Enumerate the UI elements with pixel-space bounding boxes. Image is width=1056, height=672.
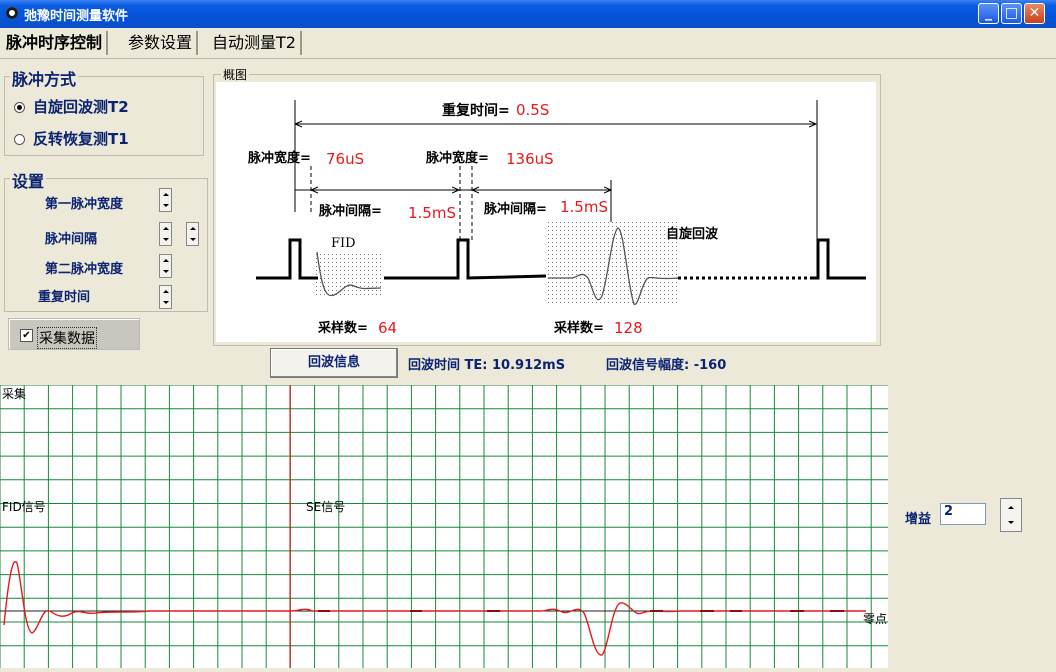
setting-repeat-time-label: 重复时间 <box>38 290 91 305</box>
pulse-width-1-label: 脉冲宽度= <box>247 150 311 166</box>
pulse-width-1-value: 76uS <box>326 150 364 168</box>
diagram-title: 概图 <box>221 66 250 83</box>
repeat-time-value: 0.5S <box>516 101 549 119</box>
samples-1-label: 采样数= <box>317 320 368 336</box>
setting-pulse-interval-label: 脉冲间隔 <box>45 232 98 247</box>
pulse-sequence-diagram: 重复时间= 0.5S 脉冲宽度= 76uS 脉冲宽度= 136uS 脉冲间隔= … <box>216 82 876 342</box>
oscilloscope-svg: 采集 FID信号 SE信号 零点 <box>0 384 888 668</box>
interval-1-label: 脉冲间隔= <box>318 203 382 219</box>
tab-auto-measure-t2[interactable]: 自动测量T2 <box>208 31 302 55</box>
tab-parameter-settings[interactable]: 参数设置 <box>124 31 199 55</box>
radio-inversion-recovery-t1[interactable]: 反转恢复测T1 <box>14 128 129 149</box>
repeat-time-label: 重复时间= <box>442 102 510 119</box>
radio-selected-icon <box>14 102 25 113</box>
pulse-diagram-svg: 重复时间= 0.5S 脉冲宽度= 76uS 脉冲宽度= 136uS 脉冲间隔= … <box>247 100 866 337</box>
first-pulse-width-spinner[interactable] <box>159 188 172 212</box>
fid-label: FID <box>331 236 356 251</box>
gain-input[interactable]: 2 <box>940 503 986 525</box>
scope-zero-label: 零点 <box>863 612 887 626</box>
acquire-data-checkbox[interactable]: ✔ <box>20 329 33 342</box>
radio-label: 自旋回波测T2 <box>33 98 129 116</box>
tab-pulse-timing[interactable]: 脉冲时序控制 <box>2 31 109 55</box>
oscilloscope-plot[interactable]: 采集 FID信号 SE信号 零点 <box>0 384 888 668</box>
scope-fid-label: FID信号 <box>2 500 46 514</box>
samples-2-value: 128 <box>614 319 643 337</box>
spin-echo-label: 自旋回波 <box>666 226 719 242</box>
scope-acquire-label: 采集 <box>2 386 26 401</box>
title-bar: 弛豫时间测量软件 _ □ ✕ <box>0 0 1056 28</box>
echo-info-button[interactable]: 回波信息 <box>270 348 398 378</box>
interval-1-value: 1.5mS <box>408 204 456 222</box>
tab-bar: 脉冲时序控制 参数设置 自动测量T2 <box>0 28 1056 59</box>
pulse-mode-title: 脉冲方式 <box>10 66 79 90</box>
echo-time-text: 回波时间 TE: 10.912mS <box>408 358 566 373</box>
pulse-width-2-value: 136uS <box>506 150 554 168</box>
echo-sampling-region <box>548 220 678 306</box>
close-button[interactable]: ✕ <box>1024 3 1045 24</box>
echo-amplitude-text: 回波信号幅度: -160 <box>606 358 727 373</box>
pulse-width-2-label: 脉冲宽度= <box>425 150 489 166</box>
gain-label: 增益 <box>905 512 932 527</box>
radio-spin-echo-t2[interactable]: 自旋回波测T2 <box>14 96 129 117</box>
radio-label: 反转恢复测T1 <box>33 130 129 148</box>
pulse-interval-fine-spinner[interactable] <box>186 222 199 246</box>
setting-second-pulse-width-label: 第二脉冲宽度 <box>45 262 124 277</box>
app-icon <box>6 7 18 19</box>
repeat-time-spinner[interactable] <box>159 285 172 309</box>
minimize-button[interactable]: _ <box>978 3 999 24</box>
settings-title: 设置 <box>10 168 47 192</box>
interval-2-label: 脉冲间隔= <box>483 201 547 217</box>
acquire-data-label[interactable]: 采集数据 <box>37 327 97 349</box>
pulse-3 <box>812 238 866 280</box>
setting-first-pulse-width-label: 第一脉冲宽度 <box>45 197 124 212</box>
window-title: 弛豫时间测量软件 <box>24 9 129 24</box>
interval-2-value: 1.5mS <box>560 198 608 216</box>
maximize-button[interactable]: □ <box>1001 3 1022 24</box>
samples-2-label: 采样数= <box>553 320 604 336</box>
pulse-1 <box>256 238 318 280</box>
radio-unselected-icon <box>14 134 25 145</box>
signal-trace <box>3 561 866 656</box>
samples-1-value: 64 <box>378 319 397 337</box>
scope-se-label: SE信号 <box>306 500 345 514</box>
pulse-interval-spinner[interactable] <box>159 222 172 246</box>
pulse-2 <box>384 238 547 280</box>
second-pulse-width-spinner[interactable] <box>159 254 172 278</box>
gain-spinner[interactable] <box>1000 498 1022 532</box>
scope-grid <box>0 384 888 668</box>
acquire-data-panel: ✔ 采集数据 <box>8 318 140 350</box>
